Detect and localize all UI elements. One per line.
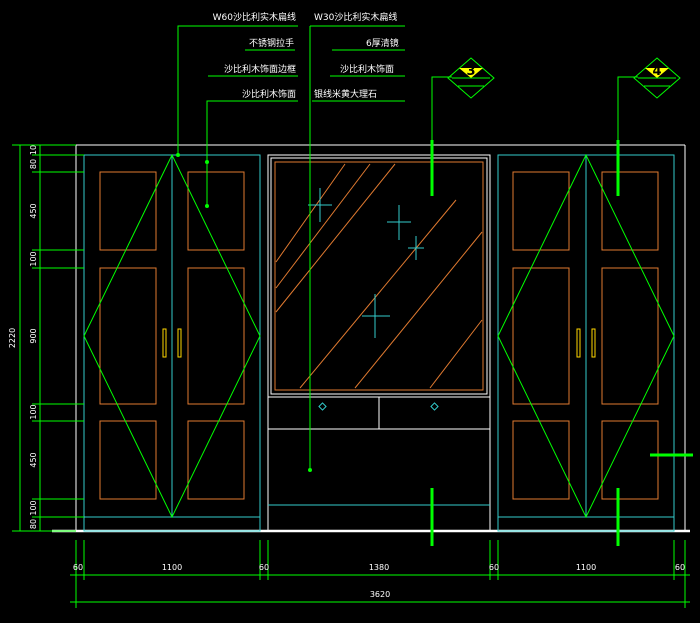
section-tag-4-label: 4: [652, 64, 661, 79]
left-handle-a: [162, 328, 167, 358]
annotations-left: W60沙比利实木扁线 不锈钢拉手 沙比利木饰面边框 沙比利木饰面: [213, 11, 296, 100]
note-w60-trim: W60沙比利实木扁线: [213, 11, 296, 23]
annotations-right: W30沙比利实木扁线 6厚清镜 沙比利木饰面 银线米黄大理石: [314, 11, 399, 100]
cad-elevation-drawing: 3 4 W60沙比利实木扁线 不锈钢拉手 沙比利木饰面边框 沙比利木饰面 W30…: [8, 11, 693, 608]
section-cut-markers: [430, 140, 693, 546]
dim-v-5: 100: [29, 404, 38, 419]
mirror-reflection-lines: [275, 163, 483, 389]
middle-mirror-section: [267, 154, 491, 532]
dim-v-8: 80: [29, 519, 38, 529]
note-steel-handle: 不锈钢拉手: [249, 37, 294, 49]
dim-v-2: 450: [29, 203, 38, 218]
mirror-sparkles: [308, 188, 424, 338]
dim-v-3: 100: [29, 251, 38, 266]
left-handle-b: [177, 328, 182, 358]
note-w30-trim: W30沙比利实木扁线: [314, 11, 397, 23]
note-marble: 银线米黄大理石: [314, 88, 377, 100]
left-dimension-lines: [12, 144, 84, 532]
note-veneer: 沙比利木饰面: [242, 88, 296, 100]
right-handle-a: [576, 328, 581, 358]
dim-total-width: 3620: [370, 590, 390, 599]
section-tag-4: 4: [633, 57, 681, 99]
section-tag-3: 3: [447, 57, 495, 99]
note-clear-mirror: 6厚清镜: [366, 37, 399, 49]
dim-h-4: 60: [489, 563, 499, 572]
dim-v-6: 450: [29, 452, 38, 467]
note-veneer-right: 沙比利木饰面: [340, 63, 394, 75]
left-cabinet: [83, 153, 261, 532]
right-cabinet: [497, 153, 675, 532]
outer-frame: [75, 144, 686, 530]
dim-v-0: 10: [29, 145, 38, 155]
dim-v-4: 900: [29, 328, 38, 343]
dim-total-height: 2220: [8, 328, 17, 348]
section-tag-3-label: 3: [466, 64, 475, 79]
dim-h-6: 60: [675, 563, 685, 572]
dim-v-7: 100: [29, 500, 38, 515]
dim-h-1: 1100: [162, 563, 182, 572]
dim-v-1: 80: [29, 159, 38, 169]
dim-h-0: 60: [73, 563, 83, 572]
right-handle-b: [591, 328, 596, 358]
drawer-knob-left: [318, 402, 327, 411]
note-veneer-border: 沙比利木饰面边框: [224, 63, 296, 75]
left-dimension-texts: 2220 10 80 450 100 900 100 450 100 80: [8, 145, 38, 529]
dim-h-2: 60: [259, 563, 269, 572]
bottom-dimension-texts: 60 1100 60 1380 60 1100 60 3620: [73, 563, 685, 599]
dim-h-3: 1380: [369, 563, 389, 572]
drawer-knob-right: [430, 402, 439, 411]
dim-h-5: 1100: [576, 563, 596, 572]
